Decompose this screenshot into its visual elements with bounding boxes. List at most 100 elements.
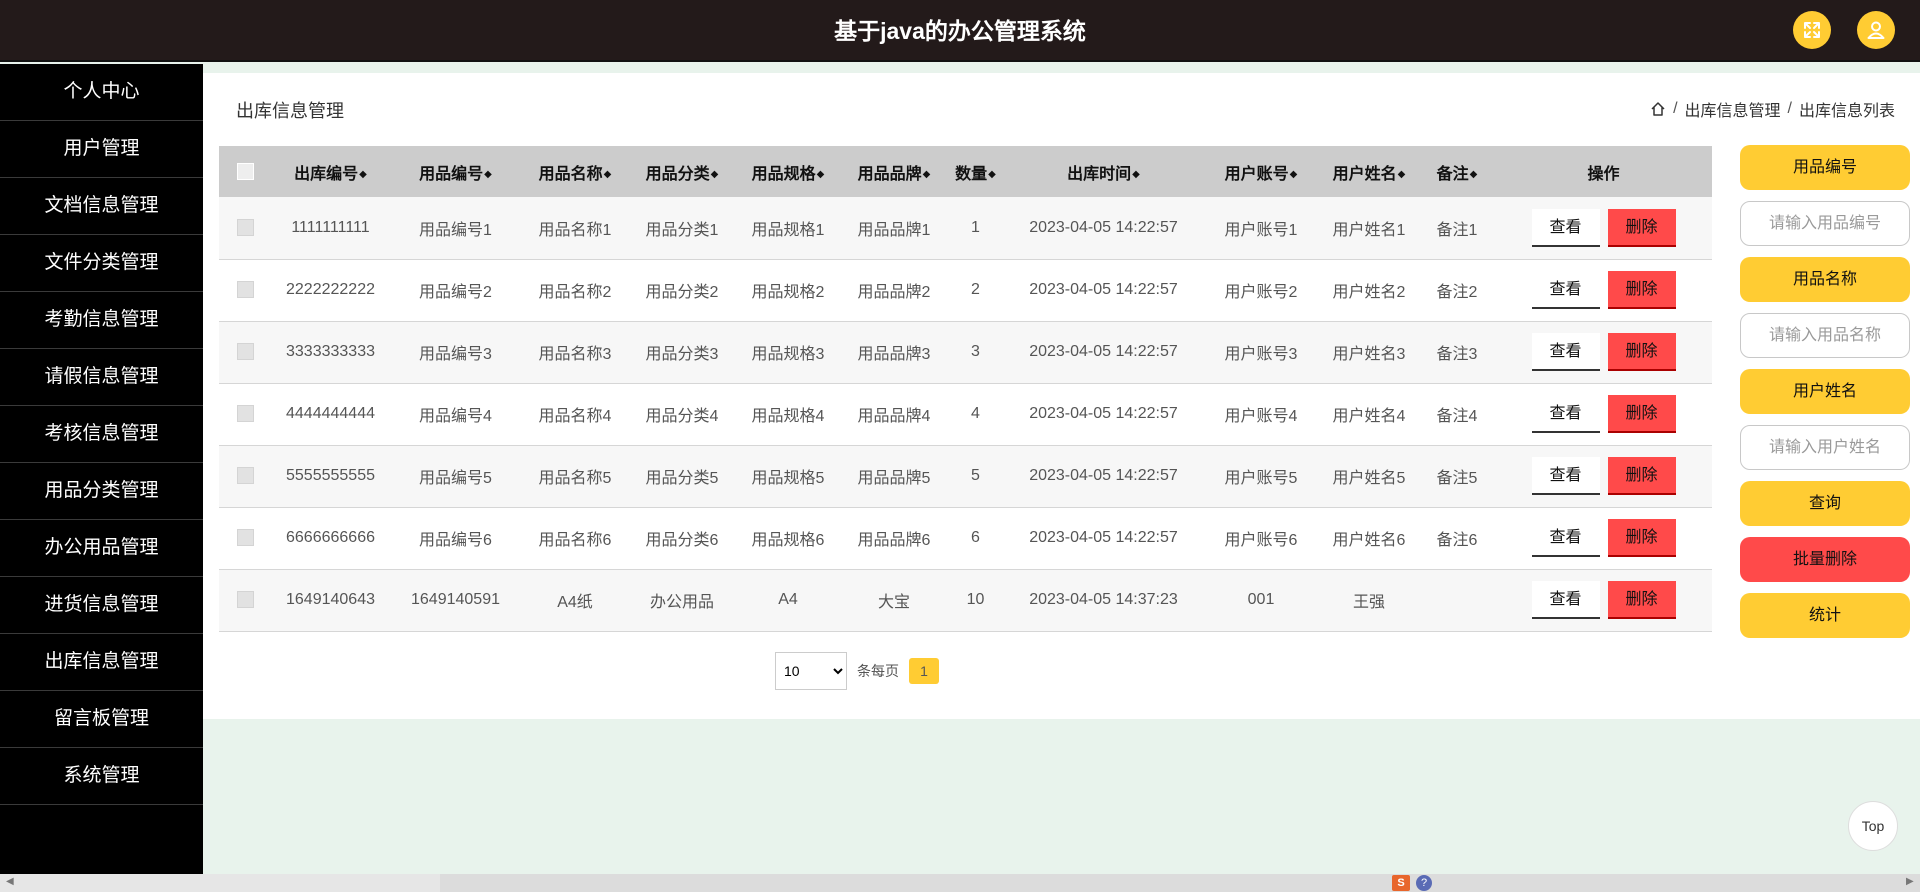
- table-cell: 用品品牌2: [841, 259, 947, 322]
- table-cell: 备注4: [1419, 383, 1495, 446]
- row-checkbox[interactable]: [236, 219, 254, 237]
- view-button[interactable]: 查看: [1531, 519, 1600, 557]
- search-input-user-name[interactable]: [1740, 425, 1910, 470]
- table-cell: 用品规格1: [735, 197, 841, 260]
- sort-icon: ◆: [1469, 168, 1478, 180]
- sort-icon: ◆: [710, 168, 719, 180]
- table-cell: 用品编号2: [390, 259, 521, 322]
- table-cell: 1111111111: [271, 197, 390, 260]
- sidebar-item-system[interactable]: 系统管理: [0, 748, 203, 805]
- column-header[interactable]: 备注◆: [1419, 146, 1495, 197]
- view-button[interactable]: 查看: [1531, 395, 1600, 433]
- row-select-cell: [219, 383, 271, 446]
- column-header[interactable]: 用户账号◆: [1203, 146, 1319, 197]
- batch-delete-button[interactable]: 批量删除: [1740, 537, 1910, 582]
- row-checkbox[interactable]: [236, 343, 254, 361]
- view-button[interactable]: 查看: [1531, 271, 1600, 309]
- table-cell: 2023-04-05 14:22:57: [1004, 383, 1203, 446]
- sidebar-item-outbound[interactable]: 出库信息管理: [0, 634, 203, 691]
- column-header[interactable]: 数量◆: [947, 146, 1004, 197]
- sidebar-item-personal-center[interactable]: 个人中心: [0, 64, 203, 121]
- sidebar-item-assessment[interactable]: 考核信息管理: [0, 406, 203, 463]
- page-size-select[interactable]: 10: [775, 652, 847, 690]
- column-header[interactable]: 用品分类◆: [629, 146, 735, 197]
- table-cell: 用户姓名4: [1319, 383, 1419, 446]
- status-icons: S ?: [1392, 874, 1432, 892]
- column-header[interactable]: 用品名称◆: [521, 146, 629, 197]
- row-checkbox[interactable]: [236, 591, 254, 609]
- ime-icon[interactable]: S: [1392, 875, 1410, 891]
- page-number-current[interactable]: 1: [909, 658, 939, 684]
- column-header[interactable]: 用户姓名◆: [1319, 146, 1419, 197]
- table-cell: 用品分类3: [629, 321, 735, 384]
- select-all-cell: [219, 146, 271, 197]
- view-button[interactable]: 查看: [1531, 581, 1600, 619]
- row-checkbox[interactable]: [236, 467, 254, 485]
- table-cell: 用品分类4: [629, 383, 735, 446]
- table-cell: 用品名称1: [521, 197, 629, 260]
- table-cell: 2023-04-05 14:22:57: [1004, 321, 1203, 384]
- column-header[interactable]: 用品编号◆: [390, 146, 521, 197]
- table-row: 1111111111 用品编号1 用品名称1 用品分类1 用品规格1 用品品牌1 1 2023…: [219, 197, 1712, 260]
- column-header[interactable]: 出库编号◆: [271, 146, 390, 197]
- fullscreen-button[interactable]: [1793, 11, 1831, 49]
- query-button[interactable]: 查询: [1740, 481, 1910, 526]
- delete-button[interactable]: 删除: [1607, 457, 1676, 495]
- sidebar: 个人中心 用户管理 文档信息管理 文件分类管理 考勤信息管理 请假信息管理 考核…: [0, 64, 203, 892]
- breadcrumb-item[interactable]: 出库信息管理: [1685, 97, 1781, 121]
- delete-button[interactable]: 删除: [1607, 581, 1676, 619]
- delete-button[interactable]: 删除: [1607, 208, 1676, 247]
- table-row: 2222222222 用品编号2 用品名称2 用品分类2 用品规格2 用品品牌2 2 2023…: [219, 259, 1712, 322]
- view-button[interactable]: 查看: [1531, 333, 1600, 371]
- row-actions: 查看 删除: [1495, 321, 1712, 384]
- search-input-item-code[interactable]: [1740, 201, 1910, 246]
- scroll-right-icon[interactable]: ▶: [1906, 876, 1914, 887]
- table-cell: 用户姓名6: [1319, 507, 1419, 570]
- sidebar-item-attendance[interactable]: 考勤信息管理: [0, 292, 203, 349]
- user-menu-button[interactable]: [1857, 11, 1895, 49]
- statistics-button[interactable]: 统计: [1740, 593, 1910, 638]
- scroll-left-icon[interactable]: ◀: [6, 876, 14, 887]
- main-panel: 出库信息管理 / 出库信息管理 / 出库信息列表 出库编号◆ 用品编号◆ 用品名…: [203, 73, 1920, 719]
- column-header[interactable]: 用品品牌◆: [841, 146, 947, 197]
- data-table: 出库编号◆ 用品编号◆ 用品名称◆ 用品分类◆ 用品规格◆ 用品品牌◆ 数量◆ …: [219, 146, 1712, 632]
- column-header[interactable]: 出库时间◆: [1004, 146, 1203, 197]
- table-cell: 2023-04-05 14:22:57: [1004, 259, 1203, 322]
- table-cell: 用户姓名3: [1319, 321, 1419, 384]
- table-cell: 用户账号1: [1203, 197, 1319, 260]
- row-actions: 查看 删除: [1495, 507, 1712, 570]
- row-select-cell: [219, 445, 271, 508]
- help-icon[interactable]: ?: [1416, 875, 1432, 891]
- sort-icon: ◆: [484, 168, 492, 180]
- table-cell: 1649140591: [390, 569, 521, 632]
- row-checkbox[interactable]: [236, 529, 254, 547]
- sidebar-item-supply-category[interactable]: 用品分类管理: [0, 463, 203, 520]
- column-header[interactable]: 用品规格◆: [735, 146, 841, 197]
- sidebar-item-purchase[interactable]: 进货信息管理: [0, 577, 203, 634]
- sidebar-item-user-management[interactable]: 用户管理: [0, 121, 203, 178]
- search-input-item-name[interactable]: [1740, 313, 1910, 358]
- sidebar-item-leave[interactable]: 请假信息管理: [0, 349, 203, 406]
- delete-button[interactable]: 删除: [1607, 333, 1676, 371]
- pagination: 10 条每页 1: [775, 652, 939, 690]
- expand-icon: [1804, 22, 1820, 38]
- delete-button[interactable]: 删除: [1607, 519, 1676, 557]
- sidebar-item-office-supplies[interactable]: 办公用品管理: [0, 520, 203, 577]
- table-cell: 备注5: [1419, 445, 1495, 508]
- home-icon[interactable]: [1650, 101, 1666, 117]
- table-cell: 用品分类5: [629, 445, 735, 508]
- table-cell: 10: [947, 569, 1004, 632]
- row-checkbox[interactable]: [236, 405, 254, 423]
- delete-button[interactable]: 删除: [1607, 395, 1676, 433]
- table-cell: 用品名称3: [521, 321, 629, 384]
- back-to-top-button[interactable]: Top: [1848, 801, 1898, 851]
- view-button[interactable]: 查看: [1531, 208, 1600, 247]
- sidebar-item-file-category[interactable]: 文件分类管理: [0, 235, 203, 292]
- select-all-checkbox[interactable]: [236, 162, 254, 180]
- sidebar-item-document-info[interactable]: 文档信息管理: [0, 178, 203, 235]
- delete-button[interactable]: 删除: [1607, 271, 1676, 309]
- view-button[interactable]: 查看: [1531, 457, 1600, 495]
- row-actions: 查看 删除: [1495, 383, 1712, 446]
- sidebar-item-message-board[interactable]: 留言板管理: [0, 691, 203, 748]
- row-checkbox[interactable]: [236, 281, 254, 299]
